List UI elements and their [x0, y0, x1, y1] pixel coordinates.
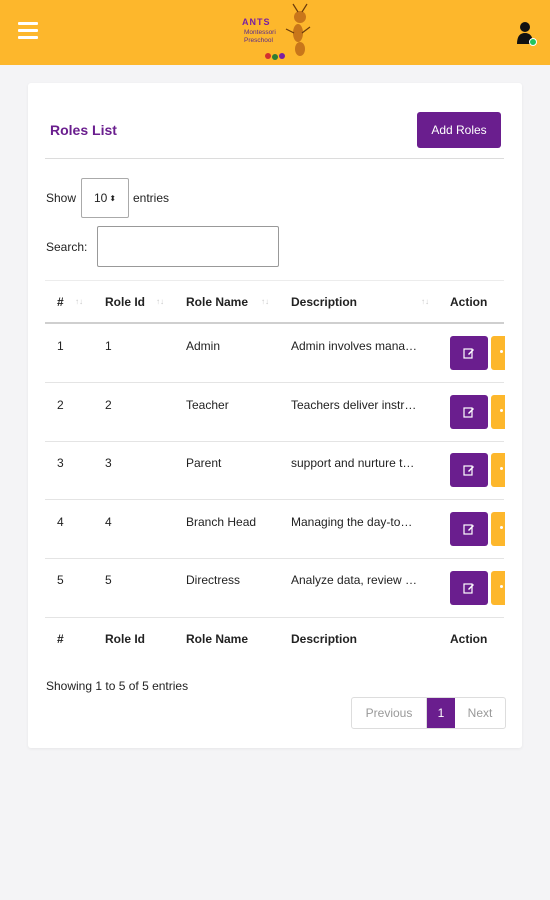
footer-header-action: Action [450, 632, 488, 646]
cell-description: Admin involves mana… [291, 339, 418, 353]
divider [45, 158, 504, 159]
row-divider [45, 382, 504, 383]
delete-button[interactable] [491, 395, 505, 429]
edit-icon [463, 583, 474, 594]
entries-length-select[interactable]: 10 ⬍ [81, 178, 129, 218]
entries-length-value: 10 [93, 191, 108, 205]
logo-title: ANTS [242, 17, 271, 27]
edit-button[interactable] [450, 453, 488, 487]
search-label: Search: [46, 240, 88, 254]
table-info: Showing 1 to 5 of 5 entries [46, 679, 189, 693]
page-1-button[interactable]: 1 [427, 698, 455, 728]
top-bar: ANTS Montessori Preschool [0, 0, 550, 65]
cell-num: 3 [57, 456, 64, 470]
column-header-role-id[interactable]: Role Id [105, 295, 145, 309]
sort-icon[interactable]: ↑↓ [261, 297, 269, 306]
cell-num: 4 [57, 515, 64, 529]
cell-role-name: Teacher [186, 398, 229, 412]
cell-role-name: Admin [186, 339, 221, 353]
cell-role-id: 1 [105, 339, 112, 353]
roles-card: Roles List Add Roles Show 10 ⬍ entries S… [28, 83, 522, 748]
previous-page-button[interactable]: Previous [352, 698, 427, 728]
select-arrows-icon: ⬍ [109, 193, 117, 203]
sort-icon[interactable]: ↑↓ [75, 297, 83, 306]
cell-role-name: Branch Head [186, 515, 257, 529]
logo-subtitle: Preschool [244, 37, 273, 44]
footer-header-description: Description [291, 632, 358, 646]
cell-description: Teachers deliver instr… [291, 398, 417, 412]
edit-button[interactable] [450, 571, 488, 605]
cell-role-name: Parent [186, 456, 222, 470]
footer-header-num: # [57, 632, 64, 646]
next-page-button[interactable]: Next [455, 698, 505, 728]
sort-icon[interactable]: ↑↓ [156, 297, 164, 306]
page-title: Roles List [50, 122, 117, 138]
delete-button[interactable] [491, 336, 505, 370]
menu-icon[interactable] [18, 22, 38, 40]
edit-button[interactable] [450, 336, 488, 370]
column-header-num[interactable]: # [57, 295, 64, 309]
cell-num: 5 [57, 573, 64, 587]
column-header-action: Action [450, 295, 488, 309]
add-roles-button[interactable]: Add Roles [417, 112, 501, 148]
delete-button[interactable] [491, 453, 505, 487]
footer-header-role-name: Role Name [186, 632, 249, 646]
edit-icon [463, 524, 474, 535]
cell-description: Analyze data, review … [291, 573, 418, 587]
cell-role-name: Directress [186, 573, 241, 587]
cell-description: support and nurture t… [291, 456, 415, 470]
row-divider [45, 441, 504, 442]
entries-label: entries [133, 191, 170, 205]
delete-button[interactable] [491, 571, 505, 605]
cell-description: Managing the day-to… [291, 515, 413, 529]
pagination: Previous 1 Next [351, 697, 506, 729]
cell-role-id: 4 [105, 515, 112, 529]
cell-role-id: 5 [105, 573, 112, 587]
logo-subtitle: Montessori [244, 29, 276, 36]
logo: ANTS Montessori Preschool [238, 3, 318, 63]
column-header-description[interactable]: Description [291, 295, 357, 309]
user-profile-icon[interactable] [515, 20, 537, 46]
table-top-border [45, 280, 504, 281]
row-divider [45, 558, 504, 559]
edit-icon [463, 407, 474, 418]
cell-num: 2 [57, 398, 64, 412]
edit-icon [463, 465, 474, 476]
edit-button[interactable] [450, 512, 488, 546]
edit-button[interactable] [450, 395, 488, 429]
edit-icon [463, 348, 474, 359]
cell-role-id: 2 [105, 398, 112, 412]
footer-header-role-id: Role Id [105, 632, 146, 646]
row-divider [45, 617, 504, 618]
column-header-role-name[interactable]: Role Name [186, 295, 248, 309]
show-label: Show [46, 191, 77, 205]
cell-role-id: 3 [105, 456, 112, 470]
cell-num: 1 [57, 339, 64, 353]
table-header-border [45, 322, 504, 324]
search-input[interactable] [97, 226, 279, 267]
row-divider [45, 499, 504, 500]
delete-button[interactable] [491, 512, 505, 546]
sort-icon[interactable]: ↑↓ [421, 297, 429, 306]
